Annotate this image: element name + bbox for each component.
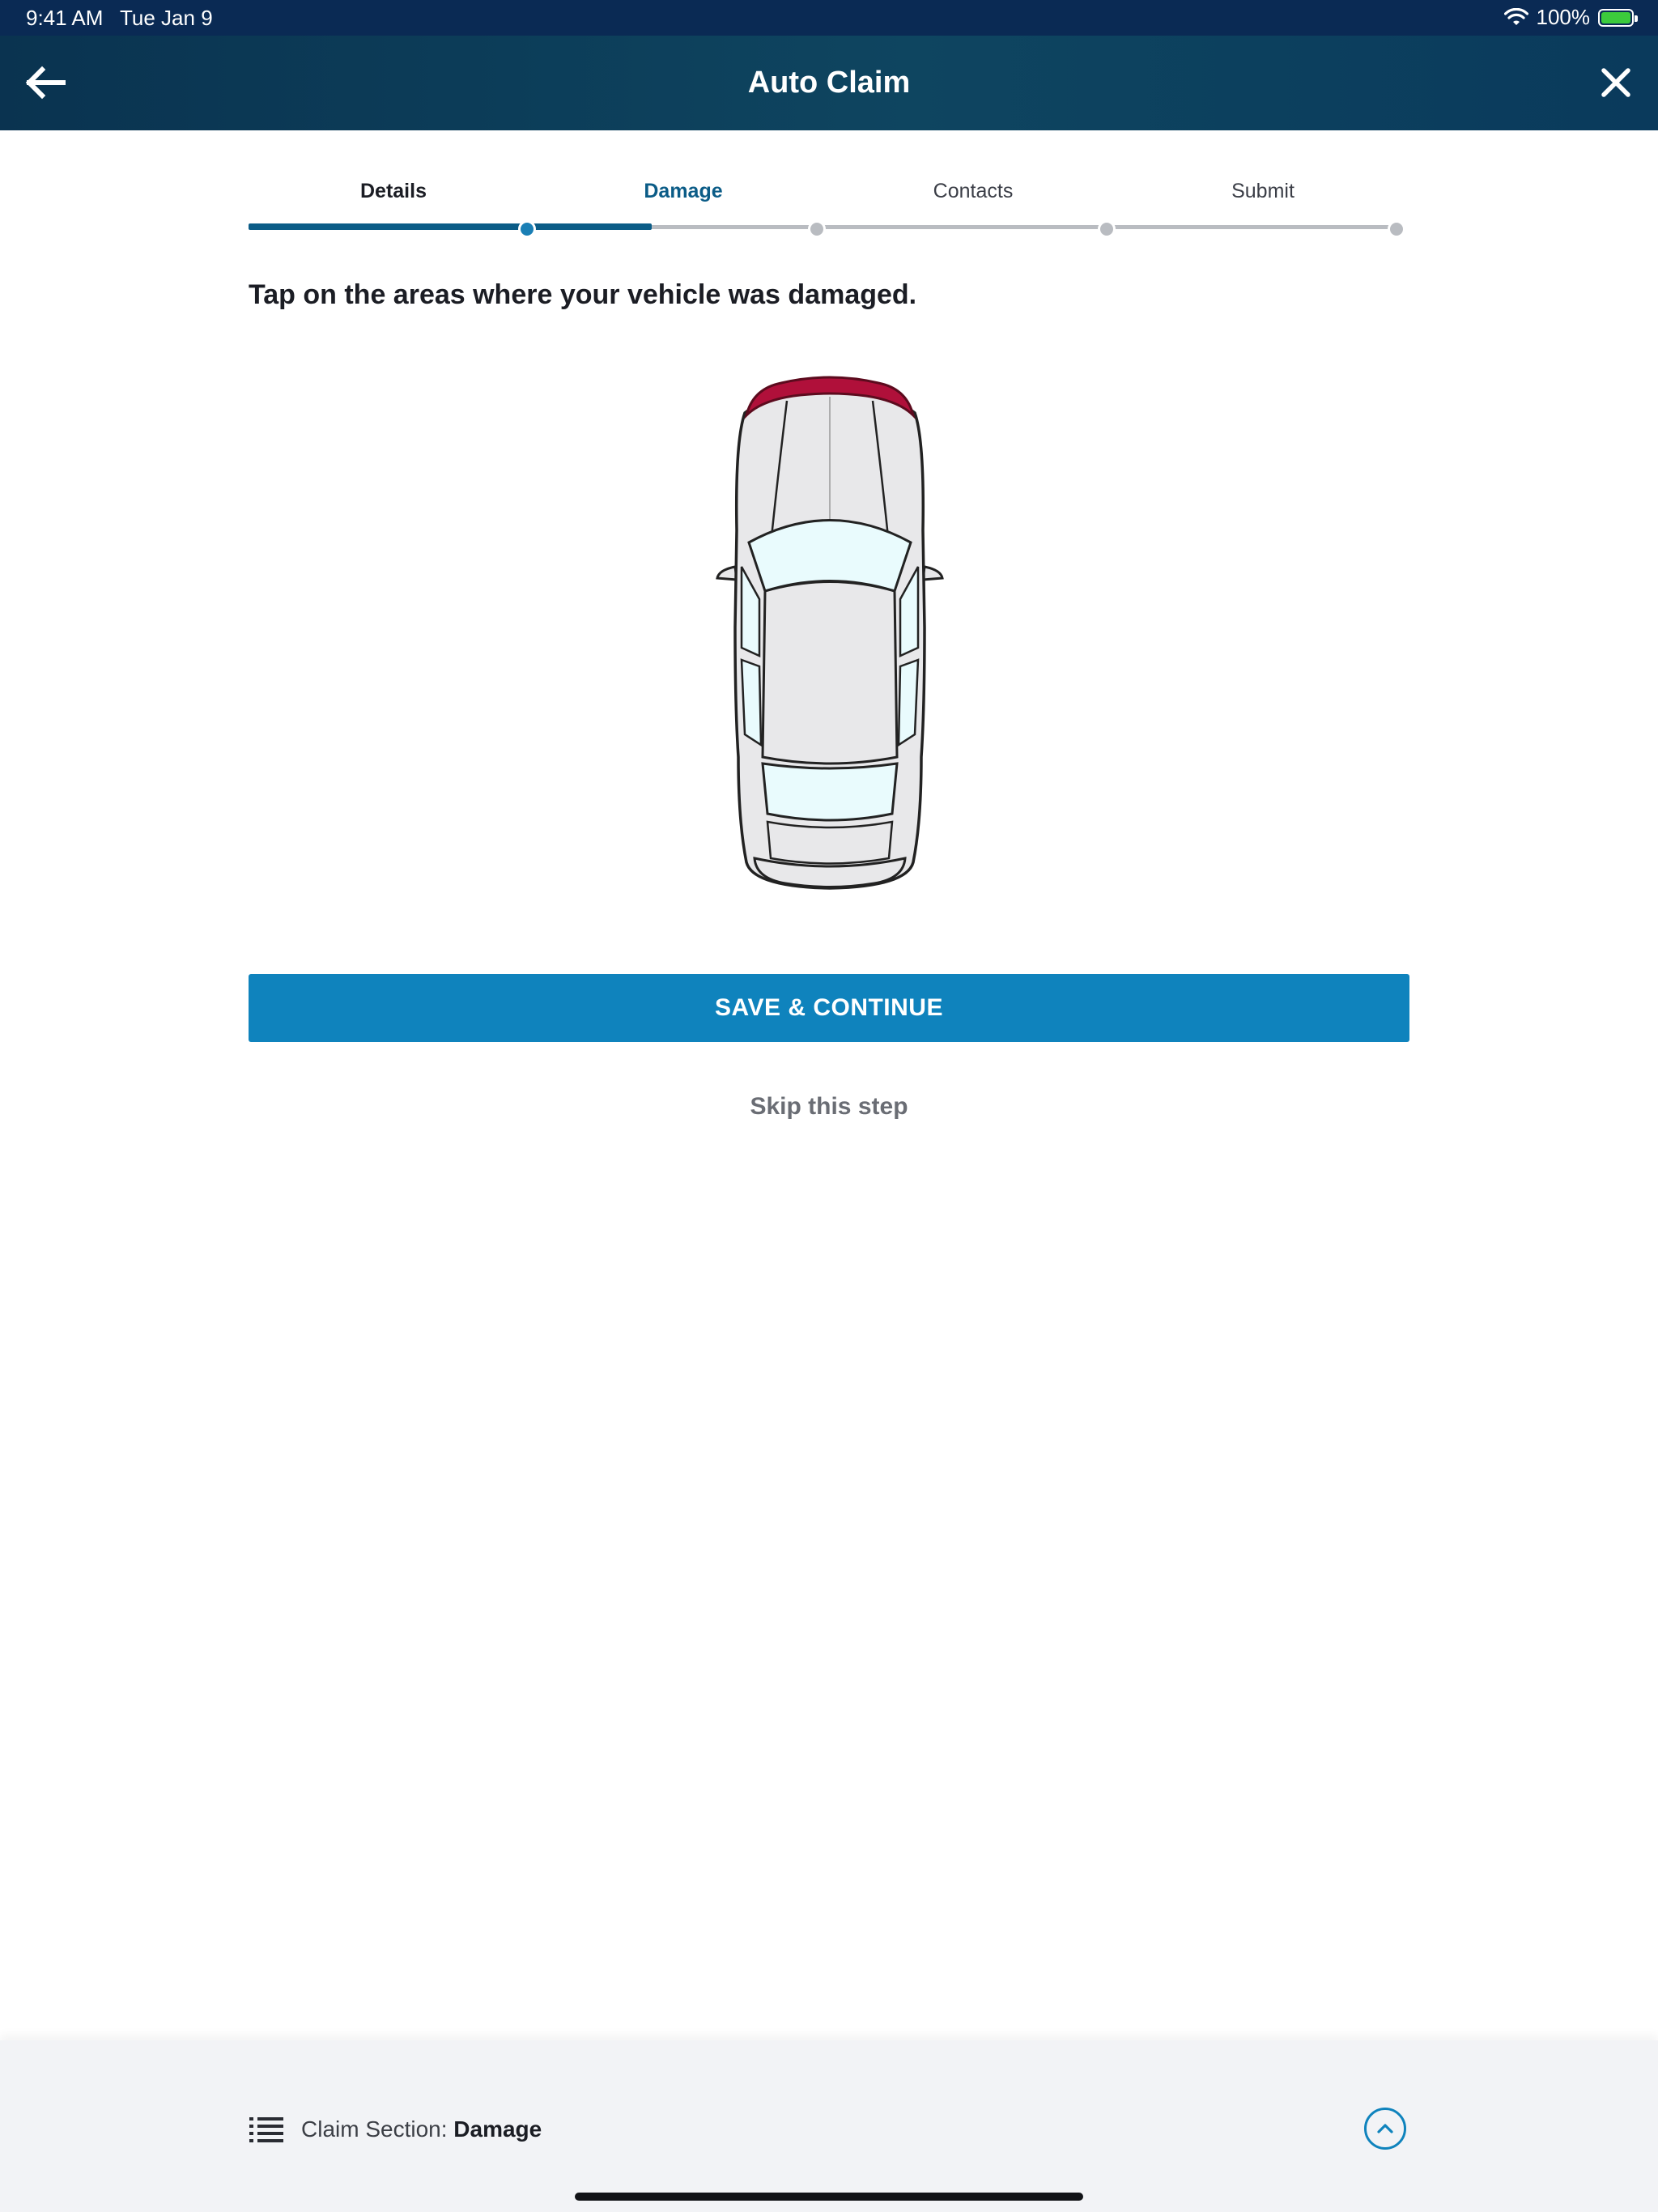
step-contacts[interactable]: Contacts xyxy=(828,180,1118,203)
rear-window[interactable] xyxy=(761,762,899,822)
step-progress-bar xyxy=(249,223,652,230)
status-date: Tue Jan 9 xyxy=(120,6,213,30)
wifi-icon xyxy=(1503,7,1528,25)
close-icon xyxy=(1601,68,1630,97)
damage-instruction: Tap on the areas where your vehicle was … xyxy=(249,279,917,310)
close-button[interactable] xyxy=(1593,60,1639,105)
section-prefix: Claim Section: xyxy=(301,2116,448,2142)
step-damage[interactable]: Damage xyxy=(538,180,828,203)
step-dot-2 xyxy=(808,220,826,238)
right-rear-window[interactable] xyxy=(897,658,920,747)
status-bar: 9:41 AM Tue Jan 9 100% xyxy=(0,0,1658,36)
step-dot-1 xyxy=(518,220,536,238)
skip-step-link[interactable]: Skip this step xyxy=(0,1093,1658,1121)
back-button[interactable] xyxy=(19,60,71,105)
bottom-section-bar: Claim Section: Damage xyxy=(0,2040,1658,2212)
vehicle-damage-diagram[interactable] xyxy=(712,368,947,895)
left-mirror[interactable] xyxy=(716,565,738,581)
chevron-up-icon xyxy=(1377,2124,1393,2133)
step-dot-3 xyxy=(1098,220,1116,238)
left-rear-window[interactable] xyxy=(740,658,763,747)
trunk[interactable] xyxy=(766,820,894,865)
roof[interactable] xyxy=(761,581,899,765)
step-details[interactable]: Details xyxy=(249,180,538,203)
status-indicators: 100% xyxy=(1503,5,1638,30)
claim-section-label: Claim Section: Damage xyxy=(301,2116,542,2142)
right-mirror[interactable] xyxy=(921,565,944,581)
arrow-left-icon xyxy=(25,66,66,100)
battery-cap xyxy=(1635,15,1638,22)
expand-sections-button[interactable] xyxy=(1364,2108,1406,2150)
battery-fill xyxy=(1601,11,1630,23)
battery-percent: 100% xyxy=(1536,5,1591,29)
section-value: Damage xyxy=(453,2116,542,2142)
save-continue-button[interactable]: SAVE & CONTINUE xyxy=(249,974,1409,1042)
home-indicator xyxy=(575,2193,1083,2201)
page-title: Auto Claim xyxy=(747,66,911,100)
status-time: 9:41 AM xyxy=(26,6,104,30)
battery-icon xyxy=(1598,8,1638,27)
windshield[interactable] xyxy=(747,519,912,593)
step-submit[interactable]: Submit xyxy=(1118,180,1408,203)
list-icon[interactable] xyxy=(249,2115,283,2144)
step-dot-4 xyxy=(1388,220,1405,238)
app-header: Auto Claim xyxy=(0,36,1658,130)
progress-stepper: Details Damage Contacts Submit xyxy=(249,162,1409,243)
